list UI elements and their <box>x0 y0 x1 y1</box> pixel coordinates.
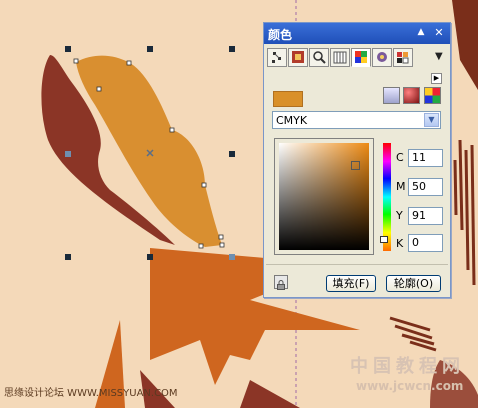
right-stripes[interactable] <box>453 139 476 286</box>
dark-spike-right[interactable] <box>240 380 300 408</box>
outline-button[interactable]: 轮廓(O) <box>386 275 441 292</box>
watermark-left: 思缘设计论坛 WWW.MISSYUAN.COM <box>4 388 178 399</box>
current-color-swatch <box>273 91 303 107</box>
k-label: K <box>396 237 404 250</box>
color-docker-panel: 颜色 ▲ ✕ ▼ ▶ CMYK ▼ C 11 M 50 Y 91 K 0 填充(… <box>263 22 451 298</box>
c-label: C <box>396 151 404 164</box>
selection-handle-br[interactable] <box>229 254 235 260</box>
watermark-url: www.jcwcn.com <box>356 379 464 393</box>
lock-icon[interactable] <box>274 275 288 290</box>
hue-slider[interactable] <box>383 143 391 251</box>
palette-tab-icon[interactable] <box>330 48 350 67</box>
c-input[interactable]: 11 <box>408 149 443 167</box>
color-swatch-options-icon[interactable] <box>403 87 420 104</box>
y-input[interactable]: 91 <box>408 207 443 225</box>
watermark-title: 中国教程网 <box>350 356 465 377</box>
k-input[interactable]: 0 <box>408 234 443 252</box>
color-picker-area[interactable] <box>279 143 369 250</box>
docker-titlebar[interactable]: 颜色 ▲ ✕ <box>264 23 450 44</box>
fill-button[interactable]: 填充(F) <box>326 275 376 292</box>
panel-options-arrow-icon[interactable]: ▶ <box>431 73 442 84</box>
collapse-icon[interactable]: ▲ <box>414 25 428 40</box>
docker-tabs: ▼ <box>267 48 447 68</box>
right-dark-feather[interactable] <box>452 0 478 90</box>
color-model-select[interactable]: CMYK ▼ <box>272 111 441 129</box>
panel-divider <box>266 264 448 265</box>
color-mixer-tab-icon[interactable] <box>309 48 329 67</box>
color-model-tab-icon[interactable] <box>351 48 371 67</box>
tabs-more-arrow-icon[interactable]: ▼ <box>435 51 443 62</box>
color-options-icon[interactable] <box>383 87 400 104</box>
palette-options-icon[interactable] <box>424 87 441 104</box>
hue-slider-handle[interactable] <box>380 236 388 243</box>
picker-marker[interactable] <box>351 161 360 170</box>
grid-tab-icon[interactable] <box>393 48 413 67</box>
color-viewer-tab-icon[interactable] <box>267 48 287 67</box>
selection-handle-left-mid[interactable] <box>65 151 71 157</box>
color-picker-frame <box>274 138 374 255</box>
image-color-tab-icon[interactable] <box>372 48 392 67</box>
color-blend-tab-icon[interactable] <box>288 48 308 67</box>
m-input[interactable]: 50 <box>408 178 443 196</box>
m-label: M <box>396 180 406 193</box>
docker-title: 颜色 <box>268 28 293 42</box>
color-model-value: CMYK <box>276 114 308 127</box>
right-lower-stripes[interactable] <box>389 316 437 352</box>
chevron-down-icon[interactable]: ▼ <box>424 113 439 127</box>
close-icon[interactable]: ✕ <box>432 25 446 40</box>
y-label: Y <box>396 209 403 222</box>
